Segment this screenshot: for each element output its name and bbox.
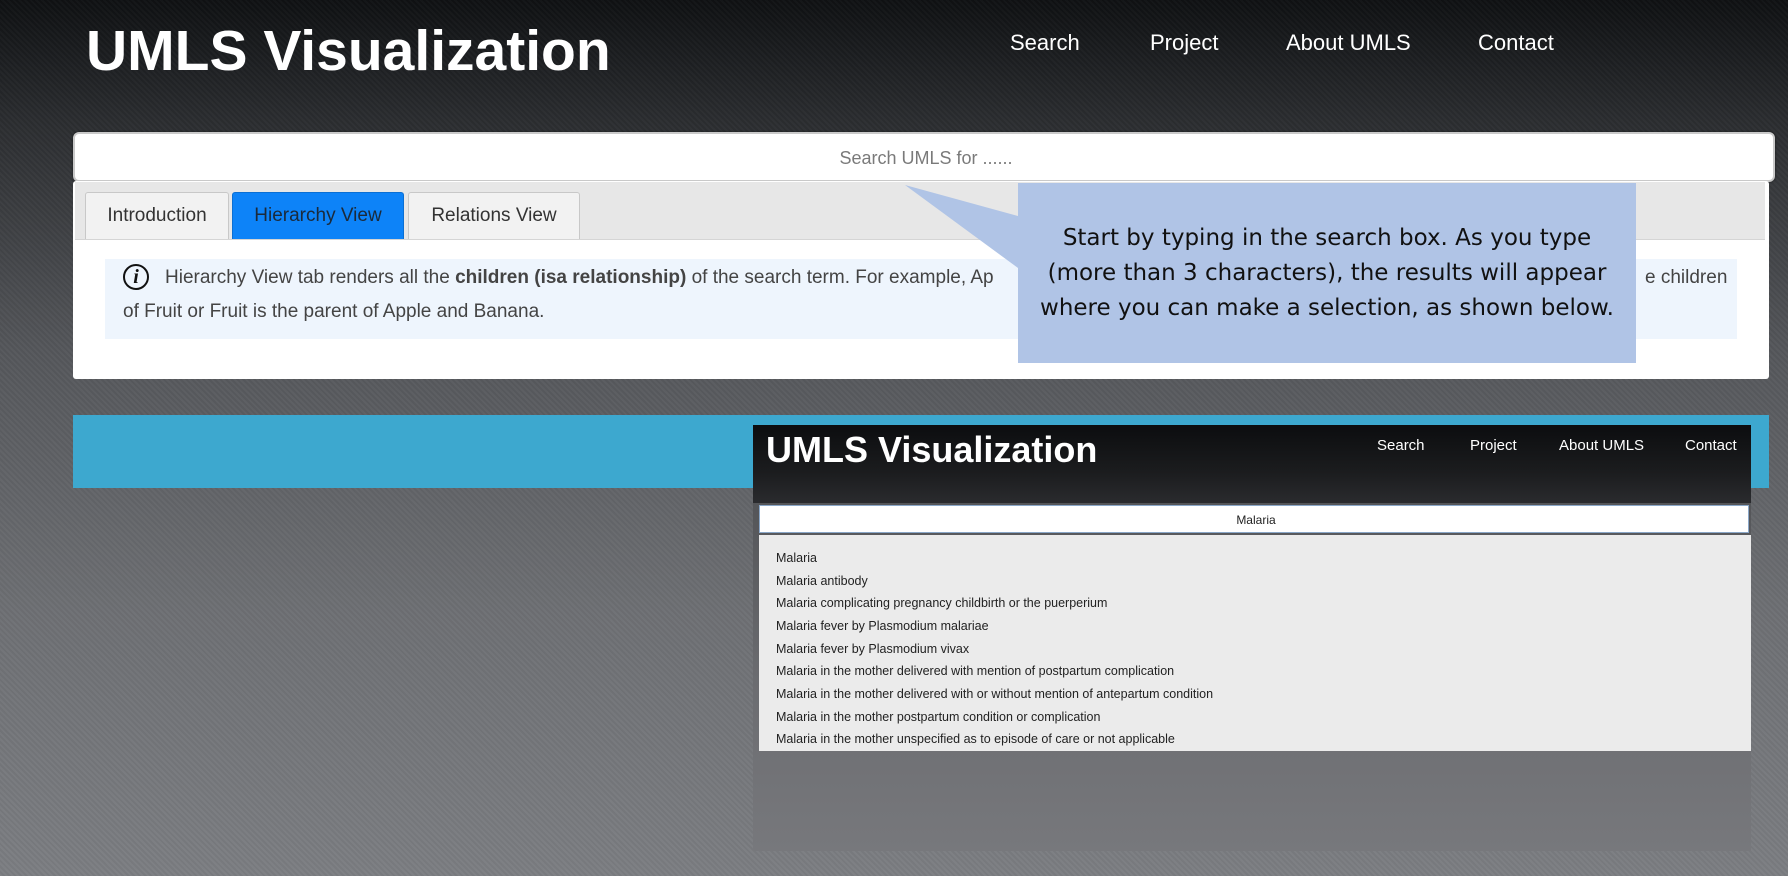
example-result-item: Malaria — [776, 551, 817, 565]
example-result-item: Malaria fever by Plasmodium malariae — [776, 619, 989, 633]
example-result-item: Malaria fever by Plasmodium vivax — [776, 642, 970, 656]
info-text-line2: of Fruit or Fruit is the parent of Apple… — [123, 301, 545, 322]
example-screenshot: UMLS Visualization Search Project About … — [753, 425, 1751, 851]
info-icon: i — [123, 264, 149, 290]
example-result-item: Malaria in the mother postpartum conditi… — [776, 710, 1101, 724]
info-text-line1-tail: e children — [1645, 267, 1728, 288]
search-input[interactable] — [75, 134, 1777, 182]
example-nav-about-umls: About UMLS — [1559, 437, 1645, 454]
example-result-item: Malaria complicating pregnancy childbirt… — [776, 596, 1108, 610]
example-results-list: Malaria Malaria antibody Malaria complic… — [759, 535, 1751, 751]
example-result-item: Malaria in the mother delivered with men… — [776, 664, 1175, 678]
example-nav-contact: Contact — [1685, 437, 1737, 454]
search-box — [73, 132, 1777, 182]
example-search-input — [760, 506, 1751, 534]
tutorial-callout: Start by typing in the search box. As yo… — [1018, 183, 1636, 363]
tab-introduction[interactable]: Introduction — [85, 192, 229, 239]
nav-project[interactable]: Project — [1150, 30, 1218, 56]
example-header: UMLS Visualization Search Project About … — [753, 425, 1751, 503]
info-text-line1: Hierarchy View tab renders all the child… — [165, 267, 994, 288]
example-brand: UMLS Visualization — [766, 429, 1098, 470]
site-brand[interactable]: UMLS Visualization — [86, 18, 611, 84]
example-result-item: Malaria antibody — [776, 574, 868, 588]
example-nav-search: Search — [1377, 437, 1425, 454]
example-search-box — [759, 505, 1751, 534]
nav-about-umls[interactable]: About UMLS — [1286, 30, 1411, 56]
nav-contact[interactable]: Contact — [1478, 30, 1554, 56]
example-result-item: Malaria in the mother delivered with or … — [776, 687, 1214, 701]
nav-search[interactable]: Search — [1010, 30, 1080, 56]
example-nav-project: Project — [1470, 437, 1517, 454]
tab-relations-view[interactable]: Relations View — [408, 192, 580, 239]
tab-hierarchy-view[interactable]: Hierarchy View — [232, 192, 404, 239]
example-result-item: Malaria in the mother unspecified as to … — [776, 732, 1175, 746]
